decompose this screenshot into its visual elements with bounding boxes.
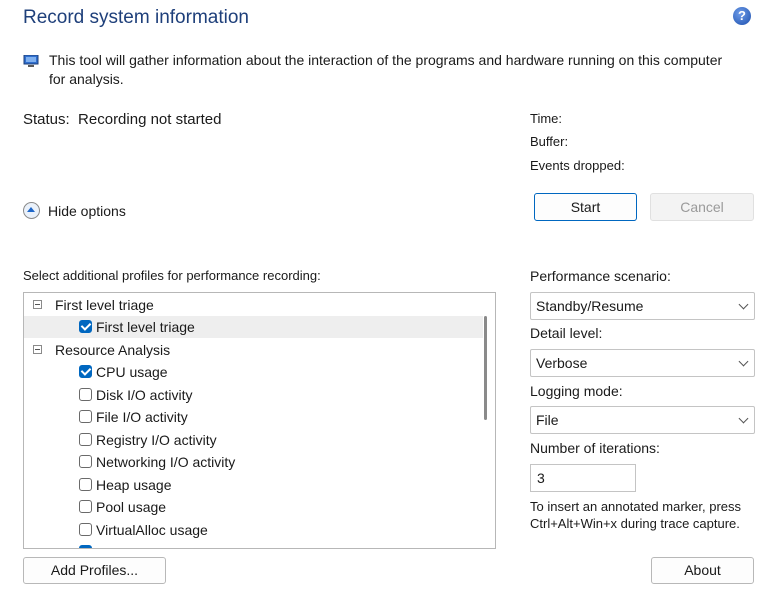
help-icon[interactable]: ? [733,7,751,25]
add-profiles-button[interactable]: Add Profiles... [23,557,166,584]
logging-mode-select[interactable]: File [530,406,755,434]
hide-options-toggle[interactable]: Hide options [23,202,126,219]
events-dropped-label: Events dropped: [530,158,625,173]
tree-item-label: Pool usage [96,499,167,515]
tree-item[interactable]: CPU usage [24,361,483,383]
iterations-label: Number of iterations: [530,440,660,456]
page-title: Record system information [23,7,249,28]
status-line: Status: Recording not started [23,111,221,128]
scenario-select[interactable]: Standby/Resume [530,292,755,320]
checkbox[interactable] [79,388,92,401]
logging-mode-value: File [536,412,559,428]
tree-item-partial[interactable] [24,541,483,548]
tree-item-label: CPU usage [96,364,168,380]
detail-level-value: Verbose [536,355,588,371]
chevron-down-icon [738,413,749,424]
checkbox[interactable] [79,545,92,548]
profiles-tree[interactable]: First level triage First level triage Re… [23,292,496,549]
checkbox[interactable] [79,433,92,446]
tree-item-label: Networking I/O activity [96,454,236,470]
checkbox[interactable] [79,523,92,536]
cancel-button[interactable]: Cancel [650,193,754,221]
tree-item-label: Registry I/O activity [96,432,217,448]
chevron-down-icon [738,356,749,367]
tree-item[interactable]: Heap usage [24,474,483,496]
tree-item-label: Heap usage [96,477,172,493]
tree-item[interactable]: File I/O activity [24,406,483,428]
collapse-icon[interactable] [33,345,42,354]
intro-text: This tool will gather information about … [49,52,723,87]
iterations-input[interactable]: 3 [530,464,636,492]
tree-item-label: First level triage [96,319,195,335]
about-button[interactable]: About [651,557,754,584]
tree-group-label: First level triage [55,297,154,313]
hide-options-label: Hide options [48,203,126,219]
buffer-label: Buffer: [530,134,569,149]
status-label: Status: [23,111,70,128]
time-label: Time: [530,111,563,126]
checkbox[interactable] [79,365,92,378]
tree-group-label: Resource Analysis [55,342,171,358]
scenario-value: Standby/Resume [536,298,644,314]
checkbox[interactable] [79,320,92,333]
tree-item[interactable]: VirtualAlloc usage [24,519,483,541]
checkbox[interactable] [79,500,92,513]
checkbox[interactable] [79,410,92,423]
tree-item[interactable]: Disk I/O activity [24,384,483,406]
tree-group[interactable]: First level triage [24,294,483,316]
computer-icon [23,55,39,67]
collapse-icon[interactable] [33,300,42,309]
tree-item[interactable]: Pool usage [24,496,483,518]
checkbox[interactable] [79,455,92,468]
tree-item-label: VirtualAlloc usage [96,522,208,538]
detail-level-select[interactable]: Verbose [530,349,755,377]
tree-item[interactable]: First level triage [24,316,483,338]
start-button[interactable]: Start [534,193,637,221]
status-value: Recording not started [78,111,222,128]
detail-level-label: Detail level: [530,325,603,341]
marker-hint: To insert an annotated marker, press Ctr… [530,499,742,531]
tree-group[interactable]: Resource Analysis [24,339,483,361]
tree-item[interactable]: Networking I/O activity [24,451,483,473]
profiles-label: Select additional profiles for performan… [23,268,321,283]
chevron-down-icon [738,299,749,310]
tree-scrollbar-thumb[interactable] [484,316,487,420]
tree-item-label: File I/O activity [96,409,188,425]
chevron-up-icon [23,202,40,219]
scenario-label: Performance scenario: [530,268,671,284]
checkbox[interactable] [79,478,92,491]
tree-item-label: Disk I/O activity [96,387,193,403]
logging-mode-label: Logging mode: [530,383,623,399]
tree-item[interactable]: Registry I/O activity [24,429,483,451]
